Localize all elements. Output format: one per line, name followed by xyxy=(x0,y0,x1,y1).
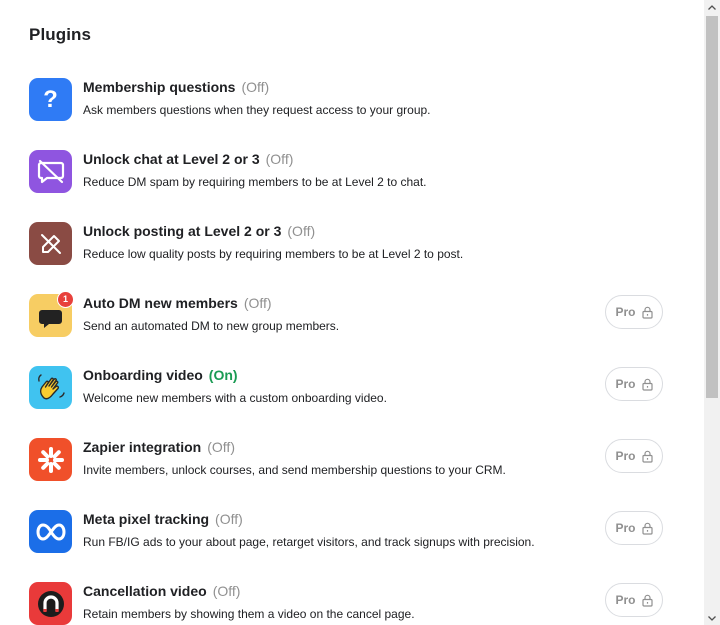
plugin-description: Ask members questions when they request … xyxy=(83,103,431,117)
plugin-status: (Off) xyxy=(241,79,270,95)
plugin-cancellation-video[interactable]: Cancellation video (Off) Retain members b… xyxy=(29,582,679,625)
scroll-down-arrow-icon[interactable] xyxy=(704,611,720,625)
plugin-description: Retain members by showing them a video o… xyxy=(83,607,415,621)
pro-label: Pro xyxy=(615,449,636,463)
scroll-up-arrow-icon[interactable] xyxy=(704,0,720,14)
plugin-meta-pixel[interactable]: Meta pixel tracking (Off) Run FB/IG ads t… xyxy=(29,510,679,570)
magnet-icon xyxy=(29,582,72,625)
pro-badge[interactable]: Pro xyxy=(605,295,663,329)
vertical-scrollbar[interactable] xyxy=(704,0,720,625)
plugin-status: (Off) xyxy=(243,295,272,311)
pro-badge[interactable]: Pro xyxy=(605,583,663,617)
lock-icon xyxy=(641,378,653,391)
lock-icon xyxy=(641,306,653,319)
pro-label: Pro xyxy=(615,593,636,607)
meta-infinity-icon xyxy=(29,510,72,553)
plugin-status: (Off) xyxy=(207,439,235,455)
plugin-description: Reduce low quality posts by requiring me… xyxy=(83,247,464,261)
plugin-description: Invite members, unlock courses, and send… xyxy=(83,463,506,477)
plugin-name: Onboarding video xyxy=(83,367,203,383)
plugin-status: (Off) xyxy=(212,583,241,599)
plugin-description: Welcome new members with a custom onboar… xyxy=(83,391,387,405)
plugin-onboarding-video[interactable]: Onboarding video (On) Welcome new members… xyxy=(29,366,679,426)
plugin-status: (Off) xyxy=(215,511,243,527)
speech-bubble-notification-icon: 1 xyxy=(29,291,74,337)
plugin-name: Zapier integration xyxy=(83,439,202,455)
plugin-name: Unlock chat at Level 2 or 3 xyxy=(83,151,260,167)
plugins-page: Plugins ? Membership questions (Off) Ask … xyxy=(0,0,704,625)
pro-label: Pro xyxy=(615,521,636,535)
chat-off-icon xyxy=(29,150,72,193)
plugin-status: (Off) xyxy=(265,151,294,167)
pro-badge[interactable]: Pro xyxy=(605,367,663,401)
pro-label: Pro xyxy=(615,305,636,319)
page-title: Plugins xyxy=(29,25,92,44)
pro-badge[interactable]: Pro xyxy=(605,511,663,545)
pro-badge[interactable]: Pro xyxy=(605,439,663,473)
pro-label: Pro xyxy=(615,377,636,391)
plugin-membership-questions[interactable]: ? Membership questions (Off) Ask members … xyxy=(29,78,679,138)
scroll-thumb[interactable] xyxy=(706,16,718,398)
plugin-description: Send an automated DM to new group member… xyxy=(83,319,340,333)
waving-hand-icon xyxy=(29,366,72,409)
pencil-off-icon xyxy=(29,222,72,265)
plugin-name: Auto DM new members xyxy=(83,295,238,311)
question-mark-icon: ? xyxy=(29,78,72,121)
plugin-zapier-integration[interactable]: Zapier integration (Off) Invite members, … xyxy=(29,438,679,498)
plugin-description: Run FB/IG ads to your about page, retarg… xyxy=(83,535,535,549)
notification-badge: 1 xyxy=(57,291,74,308)
plugin-status: (On) xyxy=(208,367,238,383)
zapier-asterisk-icon xyxy=(29,438,72,481)
plugin-unlock-posting[interactable]: Unlock posting at Level 2 or 3 (Off) Redu… xyxy=(29,222,679,282)
lock-icon xyxy=(641,522,653,535)
plugin-name: Meta pixel tracking xyxy=(83,511,210,527)
lock-icon xyxy=(641,450,653,463)
plugin-description: Reduce DM spam by requiring members to b… xyxy=(83,175,427,189)
plugin-status: (Off) xyxy=(287,223,316,239)
plugin-unlock-chat[interactable]: Unlock chat at Level 2 or 3 (Off) Reduce … xyxy=(29,150,679,210)
plugin-auto-dm[interactable]: 1 Auto DM new members (Off) Send an autom… xyxy=(29,291,679,354)
plugin-name: Membership questions xyxy=(83,79,236,95)
plugin-name: Cancellation video xyxy=(83,583,207,599)
plugin-name: Unlock posting at Level 2 or 3 xyxy=(83,223,282,239)
lock-icon xyxy=(641,594,653,607)
